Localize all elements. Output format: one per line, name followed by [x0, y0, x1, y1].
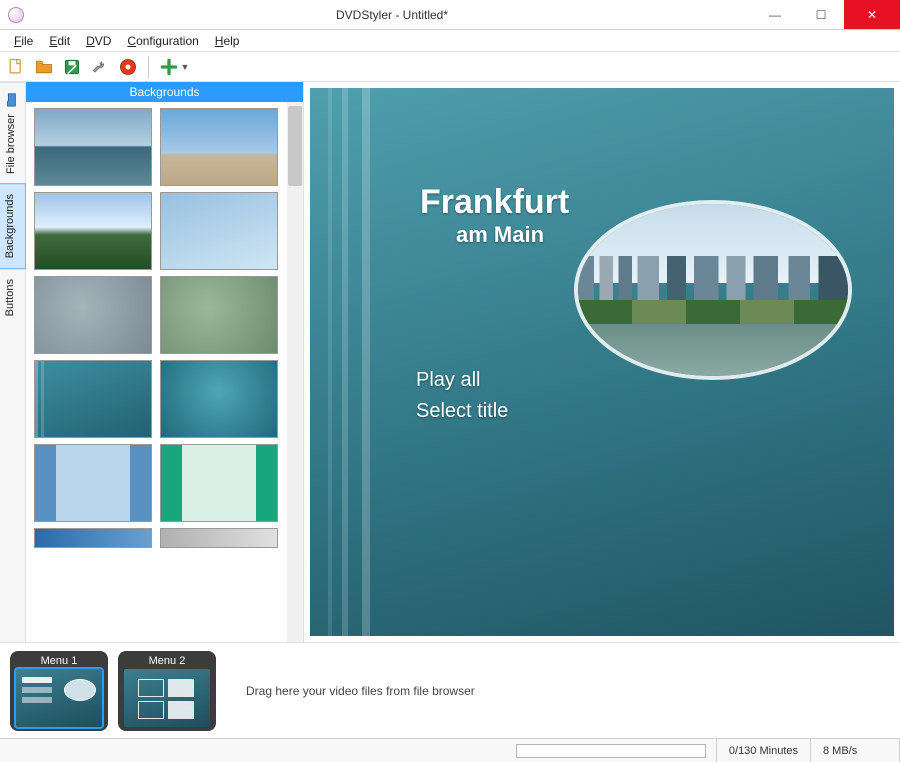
backgrounds-header: Backgrounds — [26, 82, 303, 102]
bg-thumb-grayblue[interactable] — [34, 276, 152, 354]
tab-backgrounds-label: Backgrounds — [4, 194, 16, 258]
preview-oval-image[interactable] — [574, 200, 852, 380]
toolbar-separator — [148, 56, 149, 78]
disc-burn-icon — [118, 57, 138, 77]
bg-thumb-green[interactable] — [160, 276, 278, 354]
menu-file[interactable]: File — [6, 32, 41, 50]
backgrounds-scroll — [26, 102, 303, 642]
statusbar: 0/130 Minutes 8 MB/s — [0, 738, 900, 762]
folder-open-icon — [34, 57, 54, 77]
main-area: File browser Backgrounds Buttons Backgro… — [0, 82, 900, 642]
toolbar: ▼ — [0, 52, 900, 82]
status-bitrate: 8 MB/s — [810, 739, 900, 762]
add-dropdown[interactable]: ▼ — [181, 55, 189, 79]
window-title: DVDStyler - Untitled* — [32, 8, 752, 22]
preview-pane: Frankfurt am Main Play all Select title — [304, 82, 900, 642]
scrollbar-thumb[interactable] — [288, 106, 302, 186]
maximize-button[interactable]: ☐ — [798, 0, 844, 29]
bg-thumb-coast[interactable] — [34, 192, 152, 270]
add-button[interactable] — [157, 55, 181, 79]
timeline-menu-2[interactable]: Menu 2 — [118, 651, 216, 731]
bg-thumb-bluebars[interactable] — [34, 444, 152, 522]
tab-buttons-label: Buttons — [4, 279, 16, 316]
bg-thumb-underwater[interactable] — [160, 360, 278, 438]
status-minutes: 0/130 Minutes — [716, 739, 810, 762]
timeline-strip[interactable]: Menu 1 Menu 2 Drag here your video files… — [0, 642, 900, 738]
window-controls: — ☐ ✕ — [752, 0, 900, 29]
tab-buttons[interactable]: Buttons — [0, 268, 25, 326]
plus-icon — [159, 57, 179, 77]
menu-help[interactable]: Help — [207, 32, 248, 50]
bg-thumb-partial-2[interactable] — [160, 528, 278, 548]
bg-thumb-partial-1[interactable] — [34, 528, 152, 548]
preview-title-2[interactable]: am Main — [456, 222, 544, 248]
backgrounds-panel: Backgrounds — [26, 82, 304, 642]
settings-button[interactable] — [88, 55, 112, 79]
tab-file-browser-label: File browser — [5, 114, 17, 174]
menu-edit[interactable]: Edit — [41, 32, 78, 50]
menu-configuration[interactable]: Configuration — [119, 32, 206, 50]
close-button[interactable]: ✕ — [844, 0, 900, 29]
app-icon — [8, 7, 24, 23]
timeline-menu-2-thumb — [124, 669, 210, 727]
preview-play-all[interactable]: Play all — [416, 369, 480, 392]
save-icon — [62, 57, 82, 77]
preview-select-title[interactable]: Select title — [416, 400, 508, 423]
drag-hint: Drag here your video files from file bro… — [246, 684, 475, 698]
bg-thumb-ocean[interactable] — [34, 108, 152, 186]
new-button[interactable] — [4, 55, 28, 79]
bg-thumb-ship[interactable] — [160, 108, 278, 186]
minimize-button[interactable]: — — [752, 0, 798, 29]
preview-title-1[interactable]: Frankfurt — [420, 183, 569, 222]
titlebar: DVDStyler - Untitled* — ☐ ✕ — [0, 0, 900, 30]
oval-water — [578, 324, 848, 376]
wrench-icon — [90, 57, 110, 77]
folder-icon — [4, 93, 18, 107]
new-file-icon — [6, 57, 26, 77]
tab-backgrounds[interactable]: Backgrounds — [0, 183, 26, 269]
open-button[interactable] — [32, 55, 56, 79]
oval-shore — [578, 300, 848, 324]
side-tabs: File browser Backgrounds Buttons — [0, 82, 26, 642]
bg-thumb-greenbars[interactable] — [160, 444, 278, 522]
menu-preview[interactable]: Frankfurt am Main Play all Select title — [310, 88, 894, 636]
timeline-menu-1-label: Menu 1 — [16, 655, 102, 667]
backgrounds-scrollbar[interactable] — [287, 102, 303, 642]
timeline-menu-1[interactable]: Menu 1 — [10, 651, 108, 731]
backgrounds-grid — [26, 102, 287, 642]
bg-thumb-teal[interactable] — [34, 360, 152, 438]
timeline-menu-2-label: Menu 2 — [124, 655, 210, 667]
timeline-menu-1-thumb — [16, 669, 102, 727]
bg-thumb-sky[interactable] — [160, 192, 278, 270]
status-progress — [516, 744, 706, 758]
burn-button[interactable] — [116, 55, 140, 79]
menubar: File Edit DVD Configuration Help — [0, 30, 900, 52]
tab-file-browser[interactable]: File browser — [0, 82, 25, 184]
save-button[interactable] — [60, 55, 84, 79]
menu-dvd[interactable]: DVD — [78, 32, 119, 50]
